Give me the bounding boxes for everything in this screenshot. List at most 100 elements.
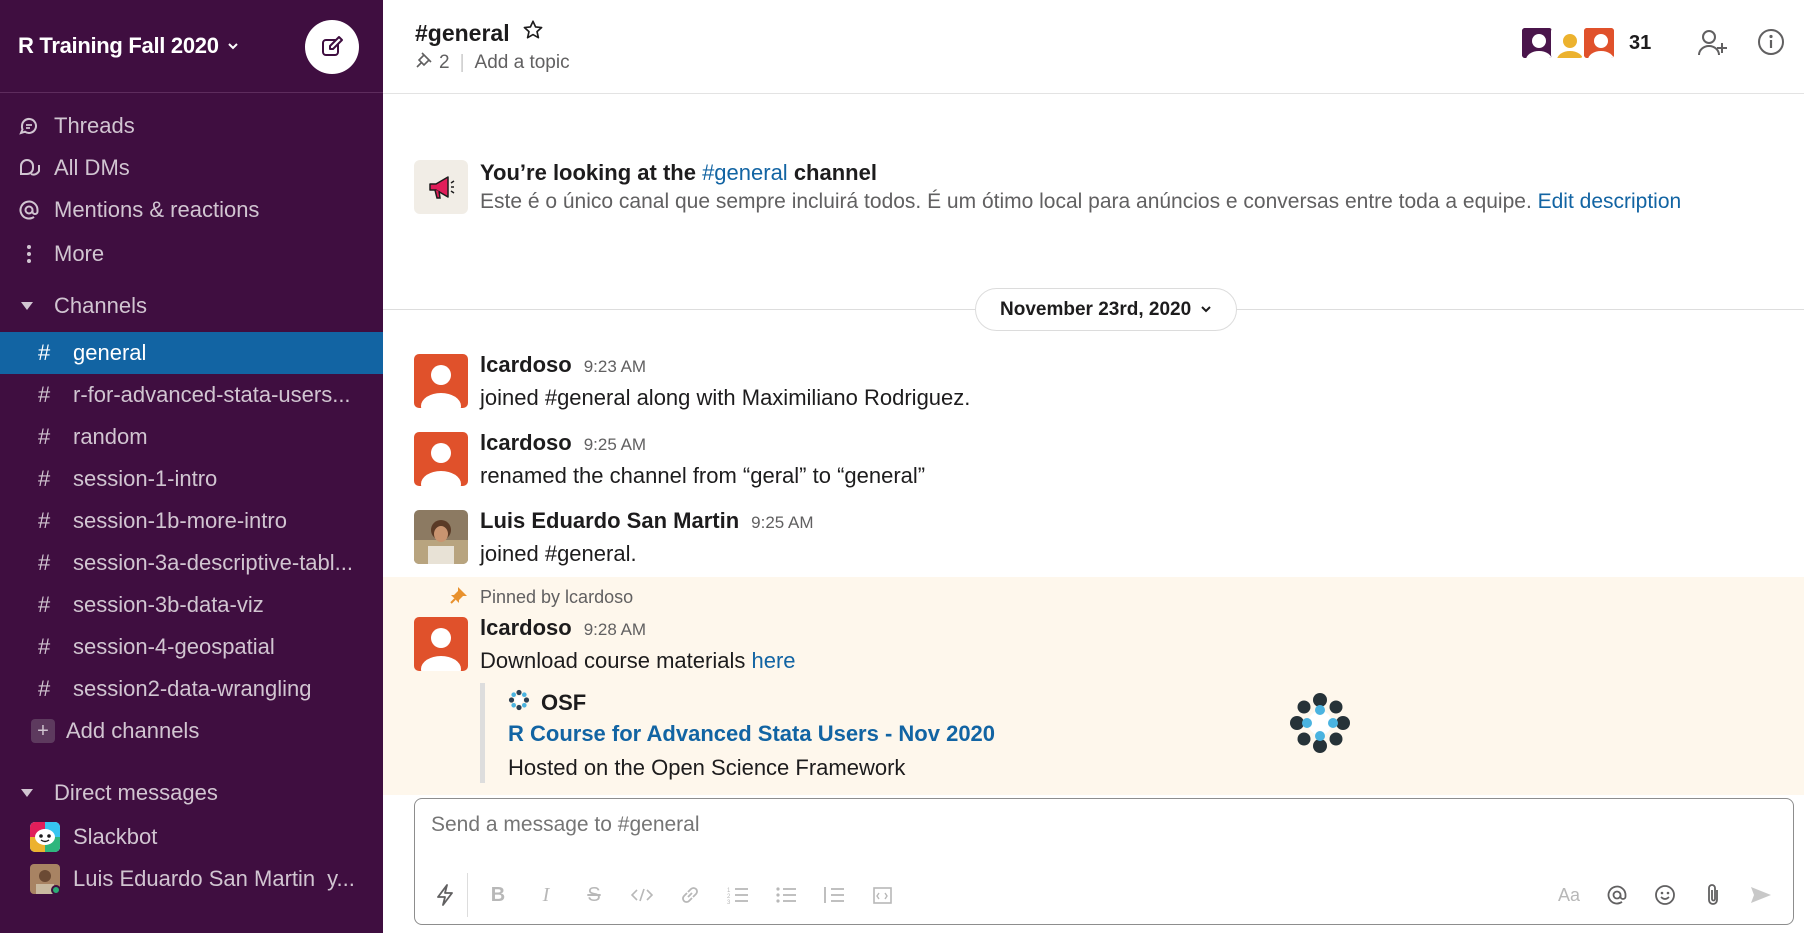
channel-general[interactable]: # general xyxy=(0,332,383,374)
author-name[interactable]: Luis Eduardo San Martin xyxy=(480,508,739,533)
channel-header: #general 2 | Add a topic 31 xyxy=(383,0,1804,94)
channel-session-1b-more-intro[interactable]: # session-1b-more-intro xyxy=(0,500,383,542)
channel-session-1-intro[interactable]: # session-1-intro xyxy=(0,458,383,500)
channel-session-4-geospatial[interactable]: # session-4-geospatial xyxy=(0,626,383,668)
message-time[interactable]: 9:28 AM xyxy=(584,620,646,639)
dm-luis[interactable]: Luis Eduardo San Martin y... xyxy=(0,858,383,900)
message-composer[interactable]: B I S 123 Aa xyxy=(414,798,1794,925)
composer-toolbar: B I S 123 Aa xyxy=(427,873,1785,917)
nav-more[interactable]: More xyxy=(0,233,383,275)
nav-mentions[interactable]: Mentions & reactions xyxy=(0,189,383,231)
osf-icon xyxy=(508,689,530,717)
add-member-icon[interactable] xyxy=(1697,28,1729,63)
author-name[interactable]: lcardoso xyxy=(480,615,572,640)
here-link[interactable]: here xyxy=(751,648,795,673)
link-icon[interactable] xyxy=(666,877,714,913)
channel-title[interactable]: #general xyxy=(415,19,544,47)
channel-name: session2-data-wrangling xyxy=(73,676,312,701)
pinned-message[interactable]: Pinned by lcardoso lcardoso 9:28 AM Downl… xyxy=(383,577,1804,795)
message-time[interactable]: 9:25 AM xyxy=(584,435,646,454)
message[interactable]: Luis Eduardo San Martin 9:25 AM joined #g… xyxy=(383,508,1804,574)
member-count[interactable]: 31 xyxy=(1629,32,1651,55)
message[interactable]: lcardoso 9:25 AM renamed the channel from… xyxy=(383,430,1804,496)
channel-session-3a[interactable]: # session-3a-descriptive-tabl... xyxy=(0,542,383,584)
channel-title-text[interactable]: #general xyxy=(415,20,510,47)
ordered-list-icon[interactable]: 123 xyxy=(714,877,762,913)
date-divider-button[interactable]: November 23rd, 2020 xyxy=(975,288,1238,331)
dm-suffix: y... xyxy=(327,866,355,891)
intro-description: Este é o único canal que sempre incluirá… xyxy=(480,190,1681,214)
dm-name: Slackbot xyxy=(73,824,158,849)
channel-session2-data-wrangling[interactable]: # session2-data-wrangling xyxy=(0,668,383,710)
member-avatar xyxy=(1520,26,1554,60)
strikethrough-icon[interactable]: S xyxy=(570,877,618,913)
edit-description-link[interactable]: Edit description xyxy=(1538,190,1682,213)
channel-name: general xyxy=(73,340,147,365)
channel-r-for-advanced-stata-users[interactable]: # r-for-advanced-stata-users... xyxy=(0,374,383,416)
pin-icon[interactable] xyxy=(415,51,433,75)
add-topic-link[interactable]: Add a topic xyxy=(475,52,570,74)
code-block-icon[interactable] xyxy=(858,877,906,913)
intro-title: You’re looking at the #general channel xyxy=(480,160,877,186)
attachment-icon[interactable] xyxy=(1689,877,1737,913)
workspace-name[interactable]: R Training Fall 2020 xyxy=(18,33,219,59)
send-icon[interactable] xyxy=(1737,877,1785,913)
chevron-down-icon[interactable] xyxy=(227,39,239,55)
unfurl-description: Hosted on the Open Science Framework xyxy=(508,755,906,780)
message-author[interactable]: lcardoso 9:28 AM xyxy=(480,615,646,641)
dm-slackbot[interactable]: Slackbot xyxy=(0,816,383,858)
hash-icon: # xyxy=(38,634,51,659)
channels-section-header[interactable]: Channels xyxy=(0,283,383,329)
nav-label: Mentions & reactions xyxy=(54,197,260,222)
dm-name: Luis Eduardo San Martin xyxy=(73,866,316,891)
channel-random[interactable]: # random xyxy=(0,416,383,458)
member-avatars[interactable]: 31 xyxy=(1520,26,1651,60)
hash-icon: # xyxy=(38,550,51,575)
nav-all-dms[interactable]: All DMs xyxy=(0,147,383,189)
emoji-icon[interactable] xyxy=(1641,877,1689,913)
shortcuts-lightning-icon[interactable] xyxy=(427,877,463,913)
message-text: joined #general along with Maximiliano R… xyxy=(480,385,971,410)
code-icon[interactable] xyxy=(618,877,666,913)
intro-channel-link[interactable]: #general xyxy=(702,160,788,185)
message-time[interactable]: 9:25 AM xyxy=(751,513,813,532)
toolbar-right: Aa xyxy=(1545,877,1785,913)
channel-session-3b-data-viz[interactable]: # session-3b-data-viz xyxy=(0,584,383,626)
bold-icon[interactable]: B xyxy=(474,877,522,913)
message-author[interactable]: Luis Eduardo San Martin 9:25 AM xyxy=(480,508,814,534)
add-channels-button[interactable]: + Add channels xyxy=(0,710,383,752)
author-name[interactable]: lcardoso xyxy=(480,430,572,455)
osf-logo-thumbnail[interactable] xyxy=(1287,690,1353,761)
message-author[interactable]: lcardoso 9:25 AM xyxy=(480,430,646,456)
author-name[interactable]: lcardoso xyxy=(480,352,572,377)
caret-down-icon[interactable] xyxy=(20,299,54,314)
compose-button[interactable] xyxy=(305,20,359,74)
channel-name: r-for-advanced-stata-users... xyxy=(73,382,351,407)
bullet-list-icon[interactable] xyxy=(762,877,810,913)
nav-threads[interactable]: Threads xyxy=(0,105,383,147)
message-input[interactable] xyxy=(431,813,1771,837)
unfurl-title-link[interactable]: R Course for Advanced Stata Users - Nov … xyxy=(508,721,995,747)
dm-section-header[interactable]: Direct messages xyxy=(0,770,383,816)
message-time[interactable]: 9:23 AM xyxy=(584,357,646,376)
blockquote-icon[interactable] xyxy=(810,877,858,913)
info-icon[interactable] xyxy=(1757,28,1785,61)
workspace-header[interactable]: R Training Fall 2020 xyxy=(0,0,383,93)
mention-icon[interactable] xyxy=(1593,877,1641,913)
hash-icon: # xyxy=(38,382,51,407)
message-author[interactable]: lcardoso 9:23 AM xyxy=(480,352,646,378)
star-icon[interactable] xyxy=(522,19,544,47)
channel-name: session-1b-more-intro xyxy=(73,508,287,533)
avatar[interactable] xyxy=(414,432,468,486)
message[interactable]: lcardoso 9:23 AM joined #general along wi… xyxy=(383,352,1804,418)
avatar[interactable] xyxy=(414,510,468,564)
hash-icon: # xyxy=(38,592,51,617)
caret-down-icon[interactable] xyxy=(20,786,54,801)
unfurl-service-name: OSF xyxy=(541,690,587,715)
avatar[interactable] xyxy=(414,617,468,671)
pin-count[interactable]: 2 xyxy=(439,52,450,74)
formatting-toggle-icon[interactable]: Aa xyxy=(1545,877,1593,913)
compose-icon xyxy=(322,36,343,56)
italic-icon[interactable]: I xyxy=(522,877,570,913)
avatar[interactable] xyxy=(414,354,468,408)
